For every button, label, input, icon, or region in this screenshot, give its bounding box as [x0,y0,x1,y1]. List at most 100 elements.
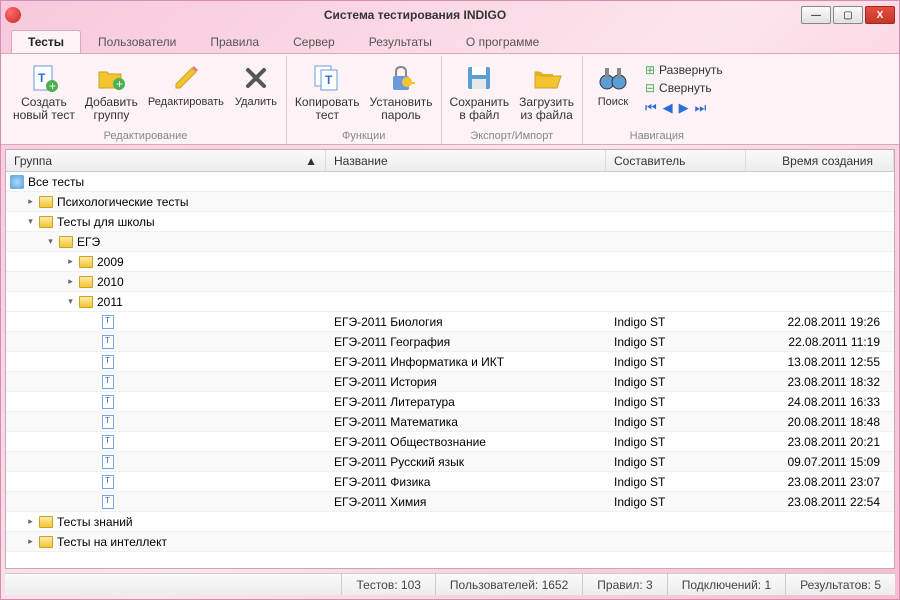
tab-results[interactable]: Результаты [352,30,449,53]
ribbon-group-io: Сохранитьв файл Загрузитьиз файла Экспор… [442,56,583,144]
test-doc-icon [102,395,114,409]
test-row[interactable]: ЕГЭ-2011 ФизикаIndigo ST23.08.2011 23:07 [6,472,894,492]
test-name: ЕГЭ-2011 Математика [326,415,606,429]
tree-row-folder[interactable]: ▾ ЕГЭ [6,232,894,252]
test-time: 09.07.2011 15:09 [746,455,894,469]
ribbon-nav-label: Навигация [587,128,727,144]
tree-row-folder[interactable]: ▾2011 [6,292,894,312]
tree-label: 2009 [97,255,124,269]
test-row[interactable]: ЕГЭ-2011 МатематикаIndigo ST20.08.2011 1… [6,412,894,432]
save-file-button[interactable]: Сохранитьв файл [446,60,514,124]
tab-server[interactable]: Сервер [276,30,352,53]
close-button[interactable]: X [865,6,895,24]
expander-icon[interactable]: ▸ [26,197,35,206]
svg-text:T: T [38,71,46,85]
save-label: Сохранитьв файл [450,96,510,122]
tree-row-folder[interactable]: ▾Тесты для школы [6,212,894,232]
load-label: Загрузитьиз файла [519,96,574,122]
expander-icon[interactable]: ▾ [66,297,75,306]
tree-label: Тесты знаний [57,515,133,529]
save-icon [463,62,495,94]
test-doc-icon [102,435,114,449]
test-name: ЕГЭ-2011 География [326,335,606,349]
add-group-button[interactable]: + Добавитьгруппу [81,60,142,124]
expander-icon[interactable]: ▾ [46,237,55,246]
expander-icon[interactable]: ▸ [26,517,35,526]
tree-row-folder[interactable]: ▸ 2009 [6,252,894,272]
col-group[interactable]: Группа▲ [6,150,326,171]
copy-label: Копироватьтест [295,96,360,122]
col-time[interactable]: Время создания [746,150,894,171]
delete-button[interactable]: Удалить [230,60,282,110]
minimize-button[interactable]: — [801,6,831,24]
ribbon-io-label: Экспорт/Импорт [446,128,578,144]
expander-icon[interactable]: ▸ [26,537,35,546]
copy-test-button[interactable]: T Копироватьтест [291,60,364,124]
tab-users[interactable]: Пользователи [81,30,193,53]
test-row[interactable]: ЕГЭ-2011 Информатика и ИКТIndigo ST13.08… [6,352,894,372]
ribbon: T+ Создатьновый тест + Добавитьгруппу Ре… [1,53,899,145]
test-time: 20.08.2011 18:48 [746,415,894,429]
tree-row-folder[interactable]: ▸ Тесты знаний [6,512,894,532]
tab-about[interactable]: О программе [449,30,556,53]
tree-row-folder[interactable]: ▸ 2010 [6,272,894,292]
tree-row-all[interactable]: Все тесты [6,172,894,192]
edit-button[interactable]: Редактировать [144,60,228,110]
test-tree[interactable]: Все тесты ▸Психологические тесты ▾Тесты … [6,172,894,568]
test-row[interactable]: ЕГЭ-2011 ЛитератураIndigo ST24.08.2011 1… [6,392,894,412]
test-row[interactable]: ЕГЭ-2011 ОбществознаниеIndigo ST23.08.20… [6,432,894,452]
folder-icon [39,536,53,548]
statusbar: Тестов: 103 Пользователей: 1652 Правил: … [5,573,895,595]
test-row[interactable]: ЕГЭ-2011 ГеографияIndigo ST22.08.2011 11… [6,332,894,352]
test-row[interactable]: ЕГЭ-2011 ХимияIndigo ST23.08.2011 22:54 [6,492,894,512]
tree-label: Психологические тесты [57,195,189,209]
col-author[interactable]: Составитель [606,150,746,171]
test-time: 24.08.2011 16:33 [746,395,894,409]
svg-text:+: + [116,77,123,91]
tree-label: 2010 [97,275,124,289]
set-password-button[interactable]: Установитьпароль [366,60,437,124]
add-group-label: Добавитьгруппу [85,96,138,122]
expander-icon[interactable]: ▸ [66,277,75,286]
binoculars-icon [597,62,629,94]
status-tests: Тестов: 103 [341,574,434,595]
search-button[interactable]: Поиск [587,60,639,110]
status-rules: Правил: 3 [582,574,666,595]
test-name: ЕГЭ-2011 Информатика и ИКТ [326,355,606,369]
tab-rules[interactable]: Правила [193,30,276,53]
test-time: 23.08.2011 20:21 [746,435,894,449]
nav-prev-icon[interactable]: ◀ [663,100,673,116]
expand-all-button[interactable]: ⊞ Развернуть [641,62,727,78]
test-author: Indigo ST [606,475,746,489]
expander-icon[interactable]: ▸ [66,257,75,266]
expander-icon[interactable]: ▾ [26,217,35,226]
collapse-all-button[interactable]: ⊟ Свернуть [641,80,727,96]
col-name[interactable]: Название [326,150,606,171]
nav-first-icon[interactable]: ⏮ [645,100,657,116]
nav-last-icon[interactable]: ⏭ [695,100,707,116]
maximize-button[interactable]: ▢ [833,6,863,24]
test-row[interactable]: ЕГЭ-2011 Русский языкIndigo ST09.07.2011… [6,452,894,472]
window-controls: — ▢ X [801,6,895,24]
folder-icon [39,216,53,228]
test-time: 23.08.2011 23:07 [746,475,894,489]
tree-row-folder[interactable]: ▸Тесты на интеллект [6,532,894,552]
create-test-button[interactable]: T+ Создатьновый тест [9,60,79,124]
status-users: Пользователей: 1652 [435,574,582,595]
lock-icon [385,62,417,94]
tab-tests[interactable]: Тесты [11,30,81,53]
tree-row-folder[interactable]: ▸ Психологические тесты [6,192,894,212]
load-file-button[interactable]: Загрузитьиз файла [515,60,578,124]
test-row[interactable]: ЕГЭ-2011 БиологияIndigo ST22.08.2011 19:… [6,312,894,332]
tree-label: ЕГЭ [77,235,100,249]
nav-arrows: ⏮ ◀ ▶ ⏭ [641,98,727,118]
test-doc-icon [102,315,114,329]
status-results: Результатов: 5 [785,574,895,595]
test-doc-icon [102,495,114,509]
delete-label: Удалить [235,96,277,108]
folder-icon [39,516,53,528]
nav-next-icon[interactable]: ▶ [679,100,689,116]
test-row[interactable]: ЕГЭ-2011 ИсторияIndigo ST23.08.2011 18:3… [6,372,894,392]
test-name: ЕГЭ-2011 Химия [326,495,606,509]
content-panel: Группа▲ Название Составитель Время созда… [5,149,895,569]
